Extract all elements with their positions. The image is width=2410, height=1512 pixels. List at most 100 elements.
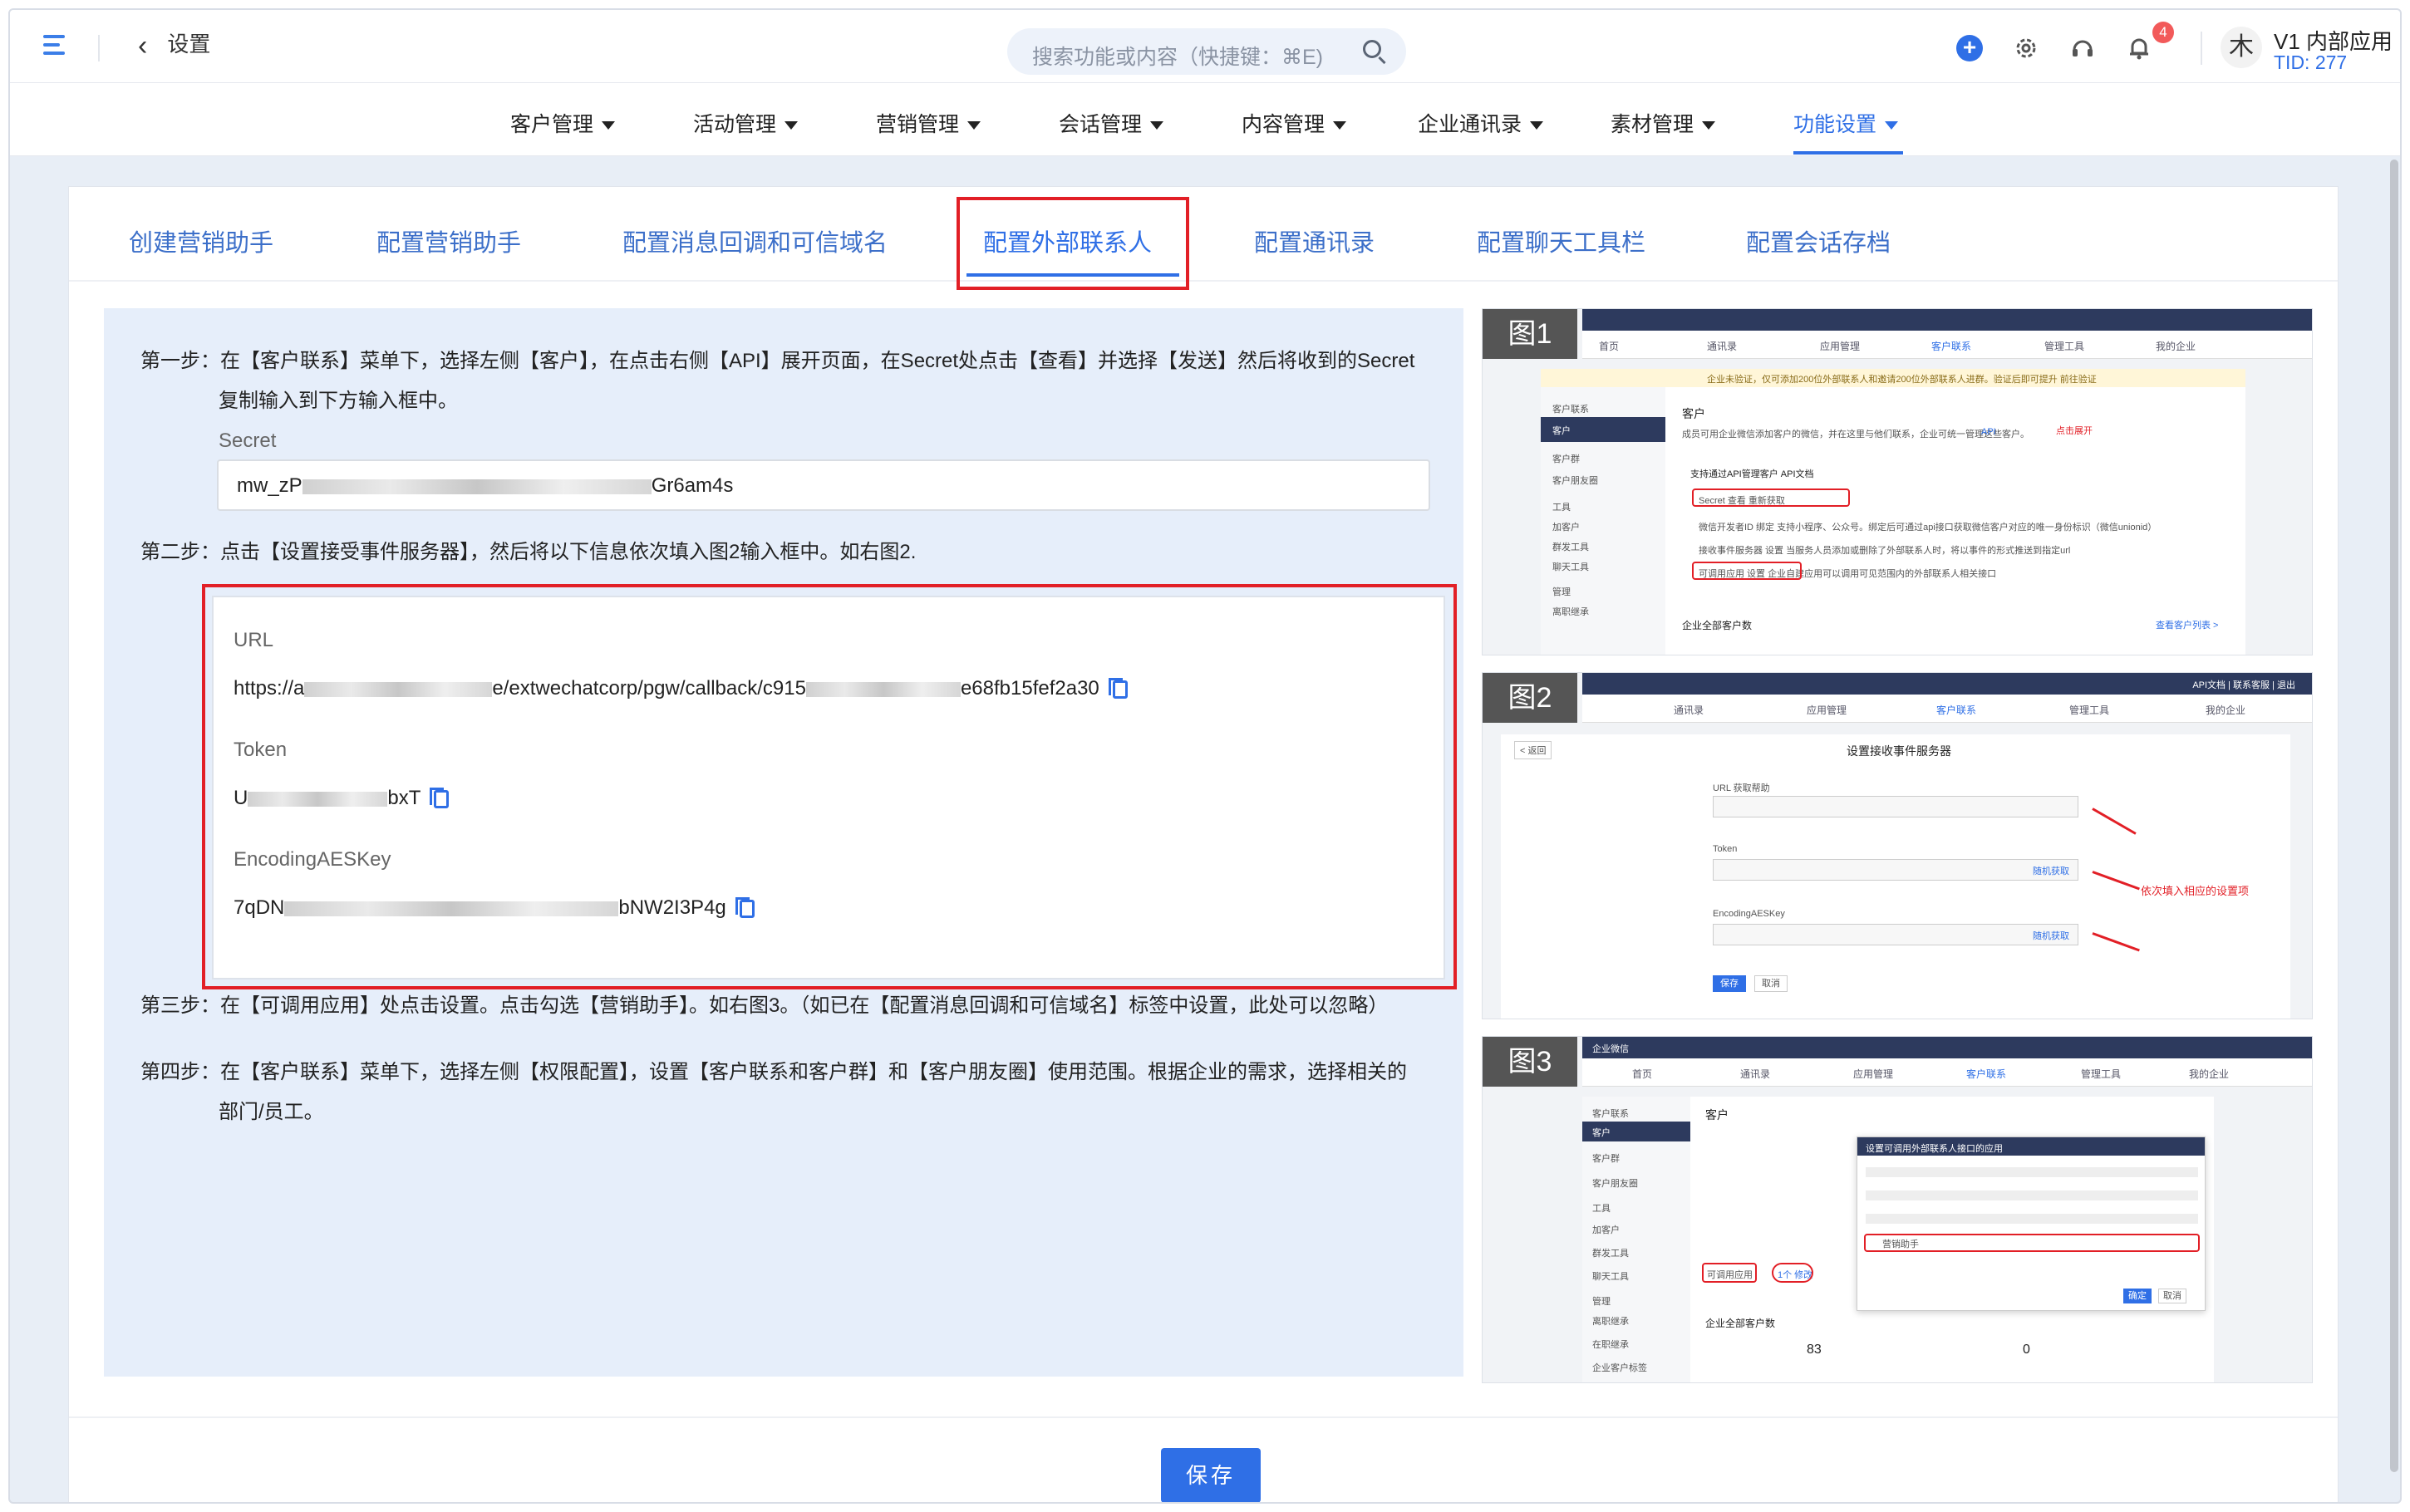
nav-active-indicator (1793, 151, 1903, 155)
step-2: 第二步：点击【设置接受事件服务器】，然后将以下信息依次填入图2输入框中。如右图2… (140, 541, 917, 563)
avatar[interactable]: 木 (2221, 27, 2262, 68)
fig-label: URL 获取帮助 (1713, 783, 1770, 793)
fig-label: Token (1713, 844, 1738, 854)
secret-field[interactable]: mw_zP Gr6am4s (217, 459, 1430, 511)
search-placeholder: 搜索功能或内容（快捷键：⌘E) (1032, 46, 1324, 69)
fig-sidebar-item: 工具 (1552, 503, 1571, 513)
gear-icon[interactable] (2013, 35, 2039, 61)
nav-item-contacts[interactable]: 企业通讯录 (1418, 108, 1544, 138)
fig-label: EncodingAESKey (1713, 909, 1785, 919)
search-icon[interactable] (1363, 40, 1381, 58)
fig-tab: 应用管理 (1820, 341, 1861, 352)
fig-click-hint: 点击展开 (2056, 426, 2093, 436)
fig-tab: 我的企业 (2156, 341, 2196, 352)
figure-2: API文档 | 联系客服 | 退出 通讯录 应用管理 客户联系 管理工具 我的企… (1482, 672, 2313, 1019)
fig-back-button: < 返回 (1514, 741, 1552, 759)
nav-item-assets[interactable]: 素材管理 (1611, 108, 1716, 138)
fig-redbox (1864, 1234, 2200, 1252)
nav-item-content[interactable]: 内容管理 (1242, 108, 1347, 138)
save-button[interactable]: 保存 (1161, 1448, 1261, 1502)
info-highlight-box (202, 584, 1457, 989)
tab-config-assistant[interactable]: 配置营销助手 (376, 223, 521, 258)
fig-sidebar-item: 管理 (1592, 1297, 1611, 1307)
nav-label: 功能设置 (1793, 113, 1877, 136)
fig-redbox (1692, 562, 1802, 580)
tab-highlight-box (957, 197, 1189, 290)
secret-suffix: Gr6am4s (651, 474, 734, 497)
fig-title: 客户 (1705, 1108, 1729, 1122)
fig-sidebar-item: 群发工具 (1592, 1249, 1629, 1259)
scrollbar[interactable] (2390, 160, 2398, 1472)
back-button[interactable]: ‹ 设置 (138, 30, 210, 62)
fig-sidebar-item: 客户 (1582, 1122, 1690, 1141)
fig-api-section: 支持通过API管理客户 API文档 (1690, 469, 1814, 479)
fig-sidebar-item: 客户群 (1592, 1154, 1620, 1164)
fig-stat: 83 (1807, 1343, 1822, 1357)
caret-down-icon (1885, 121, 1899, 130)
divider (98, 35, 100, 61)
fig-tab: 通讯录 (1674, 704, 1704, 716)
caret-down-icon (1150, 121, 1164, 130)
caret-down-icon (1530, 121, 1544, 130)
step-4-line2: 部门/员工。 (219, 1101, 324, 1123)
nav-label: 活动管理 (693, 113, 777, 136)
caret-down-icon (1702, 121, 1716, 130)
nav-item-settings[interactable]: 功能设置 (1793, 108, 1899, 138)
headset-icon[interactable] (2069, 35, 2096, 61)
fig-sidebar-item: 在职继承 (1592, 1340, 1629, 1350)
plus-icon[interactable]: + (1956, 35, 1983, 61)
nav-item-customer[interactable]: 客户管理 (510, 108, 616, 138)
fig-desc: 成员可用企业微信添加客户的微信，并在这里与他们联系，企业可统一管理这些客户。 (1682, 430, 2029, 439)
nav-item-marketing[interactable]: 营销管理 (876, 108, 981, 138)
hamburger-menu-icon[interactable] (43, 35, 68, 58)
fig-header-bar: 企业微信 (1582, 1037, 2312, 1058)
fig-top-links: API文档 | 联系客服 | 退出 (2192, 680, 2295, 690)
tab-config-callback[interactable]: 配置消息回调和可信域名 (622, 223, 888, 258)
fig-confirm-button: 确定 (2123, 1289, 2152, 1303)
fig-sidebar-item: 离职继承 (1592, 1317, 1629, 1327)
fig-cancel-button: 取消 (2158, 1289, 2186, 1303)
bell-icon[interactable] (2126, 35, 2152, 61)
fig-api-tag: API (1981, 427, 1996, 437)
nav-item-conversation[interactable]: 会话管理 (1059, 108, 1164, 138)
fig-tab: 客户联系 (1936, 704, 1977, 716)
search-input[interactable]: 搜索功能或内容（快捷键：⌘E) (1007, 28, 1406, 75)
fig-sidebar-item: 企业客户标签 (1592, 1363, 1647, 1373)
footer-divider (69, 1416, 2338, 1418)
fig-tabs: 首页 通讯录 应用管理 客户联系 管理工具 我的企业 (1582, 331, 2312, 359)
nav-label: 会话管理 (1059, 113, 1143, 136)
fig-redbox (1692, 488, 1850, 507)
tab-config-contacts[interactable]: 配置通讯录 (1254, 223, 1375, 258)
fig-tab: 客户联系 (1931, 341, 1972, 352)
fig-random-button: 随机获取 (2033, 931, 2069, 941)
step-4-line1: 第四步：在【客户联系】菜单下，选择左侧【权限配置】，设置【客户联系和客户群】和【… (140, 1061, 1407, 1083)
fig-tab: 管理工具 (2069, 704, 2110, 716)
tenant-id: TID: 277 (2274, 52, 2348, 73)
fig-dialog: 设置可调用外部联系人接口的应用 营销助手 确定 取消 (1857, 1136, 2206, 1311)
tab-config-chat-toolbar[interactable]: 配置聊天工具栏 (1477, 223, 1645, 258)
fig-sidebar-item: 客户朋友圈 (1592, 1179, 1638, 1189)
figure-tag: 图2 (1483, 673, 1577, 723)
top-bar: ‹ 设置 搜索功能或内容（快捷键：⌘E) + 4 木 V1 内部应用 TID: 2… (10, 10, 2400, 83)
secret-prefix: mw_zP (237, 474, 302, 497)
fig-tab: 应用管理 (1853, 1068, 1894, 1080)
tabs-divider (69, 280, 2338, 282)
fig-sidebar-item: 离职继承 (1552, 607, 1589, 617)
fig-tab: 客户联系 (1966, 1068, 2007, 1080)
fig-tabs: 通讯录 应用管理 客户联系 管理工具 我的企业 (1582, 695, 2312, 723)
fig-tab: 我的企业 (2206, 704, 2246, 716)
fig-footer: 企业全部客户数 (1705, 1318, 1776, 1329)
nav-label: 内容管理 (1242, 113, 1326, 136)
tab-config-chat-archive[interactable]: 配置会话存档 (1746, 223, 1891, 258)
fig-tab: 管理工具 (2081, 1068, 2122, 1080)
fig-header-bar (1582, 309, 2312, 331)
nav-label: 客户管理 (510, 113, 594, 136)
fig-sidebar-item: 工具 (1592, 1204, 1611, 1214)
fig-body: 企业未验证，仅可添加200位外部联系人和邀请200位外部联系人进群。验证后即可提… (1541, 369, 2245, 655)
chevron-left-icon: ‹ (138, 30, 148, 61)
caret-down-icon (967, 121, 981, 130)
fig-random-button: 随机获取 (2033, 866, 2069, 876)
nav-item-activity[interactable]: 活动管理 (693, 108, 799, 138)
caret-down-icon (602, 121, 616, 130)
tab-create-assistant[interactable]: 创建营销助手 (129, 223, 273, 258)
